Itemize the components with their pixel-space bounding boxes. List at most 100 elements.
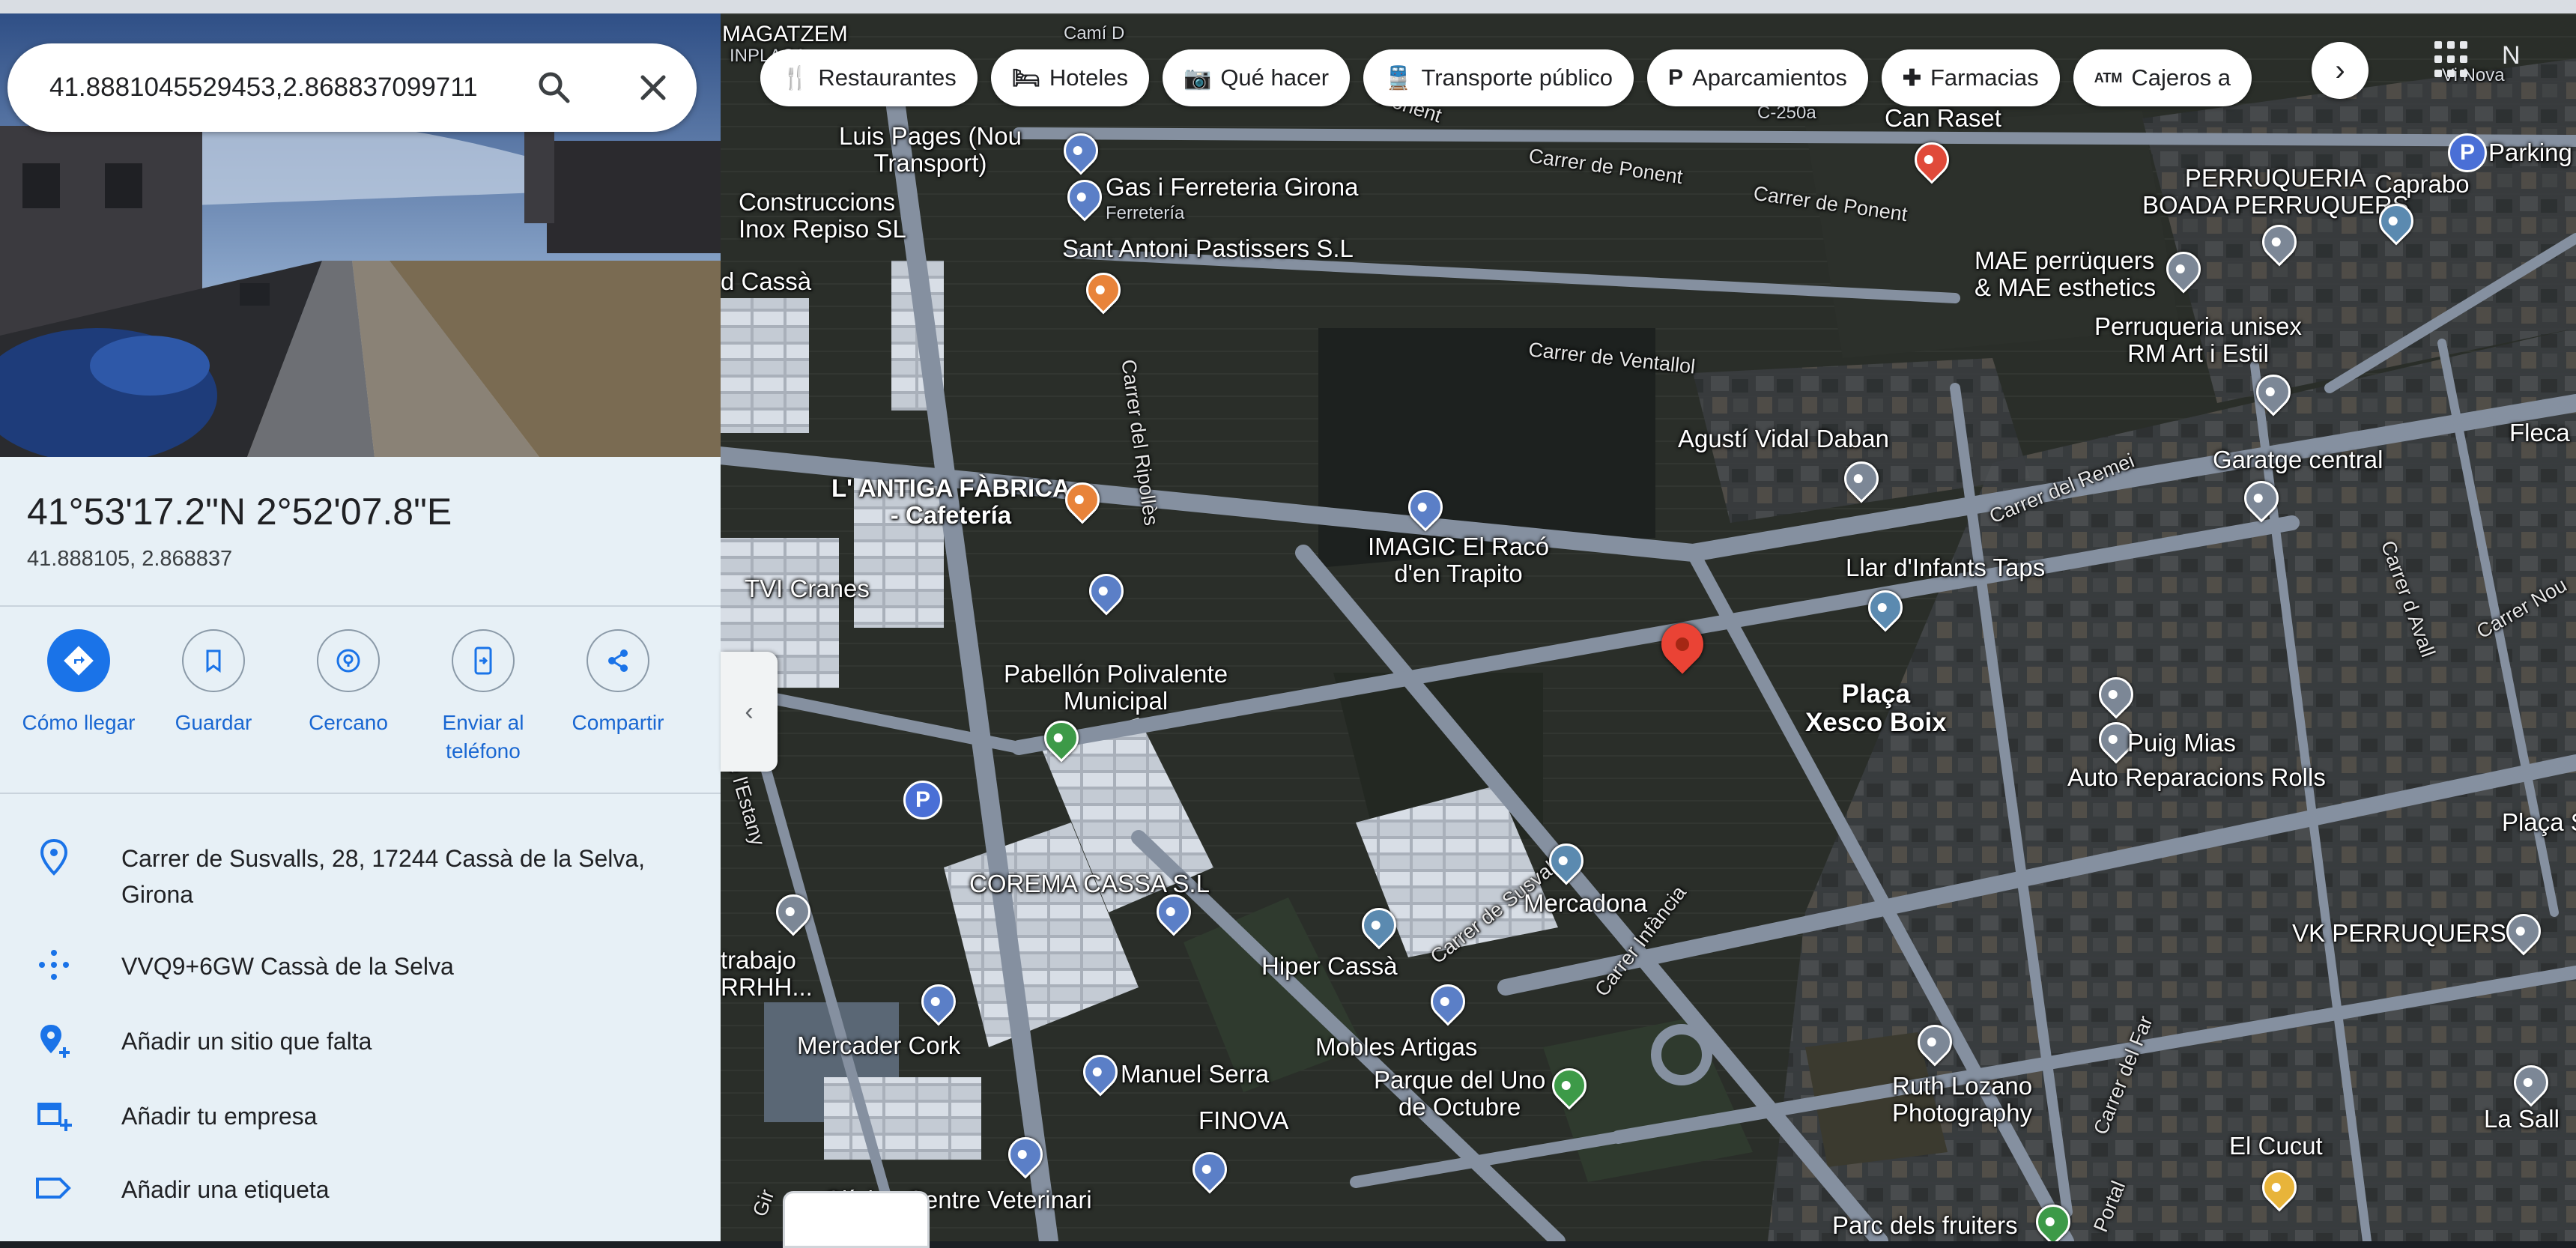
collapse-panel-button[interactable]: ‹ [721,652,778,772]
location-pin-icon [40,838,68,876]
nearby-icon [317,629,380,692]
map-label-mercadona: Mercadona [1524,889,1648,917]
map-label-puig: Puig Mias [2127,729,2236,757]
send-to-phone-icon [452,629,515,692]
map-label-mobles-artigas: Mobles Artigas [1315,1033,1478,1061]
search-input[interactable] [49,43,529,132]
map-label-perruqueria-boada: PERRUQUERIA BOADA PERRUQUERS [2142,164,2409,219]
map-label-perruqueria-unisex: Perruqueria unisex RM Art i Estil [2094,312,2302,367]
camera-icon: 📷 [1183,65,1212,91]
chip-label: Qué hacer [1220,64,1330,91]
map-label-pabellon: Pabellón Polivalente Municipal [1004,660,1228,715]
map-label-imagic: IMAGIC El Racó d'en Trapito [1368,533,1550,587]
directions-icon [47,629,110,692]
add-business-icon [37,1103,72,1131]
map-label-corema: COREMA CASSA S.L [969,870,1210,897]
plus-code-icon [39,950,69,980]
add-missing-place-row[interactable]: Añadir un sitio que falta [0,1014,721,1074]
map-label-tvi-cranes: TVI Cranes [745,575,870,602]
search-box [7,43,697,132]
map-label-finova: FINOVA [1198,1106,1289,1134]
category-chips: 🍴 Restaurantes 🛏 Hoteles 📷 Qué hacer 🚆 T… [760,49,2252,106]
chevron-right-icon: › [2335,53,2345,87]
map-label-llar-infants: Llar d'Infants Taps [1846,554,2046,581]
google-apps-icon[interactable] [2434,41,2472,79]
chip-transporte[interactable]: 🚆 Transporte público [1363,49,1634,106]
map-label-auto-reparacions: Auto Reparacions Rolls [2067,763,2326,791]
map-label-antiga-fabrica: L' ANTIGA FÀBRICA - Cafetería [831,474,1070,529]
search-icon[interactable] [532,65,577,110]
divider [0,793,721,794]
share-icon [587,629,649,692]
nearby-label: Cercano [309,711,388,734]
restaurant-icon: 🍴 [781,65,810,91]
chevron-left-icon: ‹ [745,697,754,726]
map-label-trabajo: trabajo RRHH... [721,946,813,1001]
send-to-phone-label: Enviar al teléfono [442,711,524,763]
map-label-construccions: Construccions Inox Repiso SL [739,188,906,243]
map-label-parc-fruiters: Parc dels fruiters [1832,1211,2018,1239]
chip-aparcamientos[interactable]: P Aparcamientos [1647,49,1868,106]
chip-cajeros[interactable]: ATM Cajeros a [2073,49,2252,106]
add-label-row[interactable]: Añadir una etiqueta [0,1163,721,1223]
share-button[interactable]: Compartir [554,629,682,737]
coordinates-decimal: 41.888105, 2.868837 [27,547,233,571]
share-label: Compartir [572,711,664,734]
directions-button[interactable]: Cómo llegar [15,629,142,737]
label-tag-icon [36,1178,71,1199]
bookmark-icon [182,629,245,692]
chip-label: Aparcamientos [1692,64,1847,91]
chip-que-hacer[interactable]: 📷 Qué hacer [1162,49,1351,106]
divider [0,605,721,607]
hotel-icon: 🛏 [1011,65,1040,91]
map-label-placa-right: Plaça S [2502,808,2576,836]
coordinates-dms: 41°53'17.2"N 2°52'07.8"E [27,491,452,533]
save-button[interactable]: Guardar [150,629,277,737]
add-missing-place-text: Añadir un sitio que falta [121,1028,372,1055]
add-business-text: Añadir tu empresa [121,1103,318,1130]
map-label-mercader-cork: Mercader Cork [797,1032,961,1059]
map-label-sant-antoni: Sant Antoni Pastissers S.L [1062,234,1354,262]
address-row[interactable]: Carrer de Susvalls, 28, 17244 Cassà de l… [0,832,721,921]
map-label-luis-pages: Luis Pages (Nou Transport) [839,122,1022,177]
map-label-la-sall: La Sall [2484,1105,2560,1133]
chips-scroll-right-button[interactable]: › [2312,42,2369,99]
map-label-hiper-cassa: Hiper Cassà [1261,952,1398,980]
chip-farmacias[interactable]: ✚ Farmacias [1881,49,2060,106]
chip-restaurantes[interactable]: 🍴 Restaurantes [760,49,978,106]
plus-code-text: VVQ9+6GW Cassà de la Selva [121,953,454,980]
satellite-map[interactable]: MAGATZEM INPLACA Camí D Luis Pages (Nou T… [719,13,2576,1241]
map-label-vk-perruquers: VK PERRUQUERS [2292,919,2507,947]
map-label-caprabo: Caprabo [2375,170,2470,198]
chip-label: Hoteles [1049,64,1128,91]
map-parking-icon-right[interactable]: P [2448,133,2487,172]
map-label-mae: MAE perrüquers & MAE esthetics [1975,246,2157,301]
add-location-icon [40,1025,70,1058]
map-label-ruth-lozano: Ruth Lozano Photography [1892,1072,2033,1127]
map-parking-icon-left[interactable]: P [903,781,942,820]
close-icon[interactable] [631,65,676,110]
layers-thumbnail-button[interactable] [783,1191,930,1248]
address-text: Carrer de Susvalls, 28, 17244 Cassà de l… [121,845,646,908]
atm-icon: ATM [2094,70,2123,85]
map-label-agusti: Agustí Vidal Daban [1678,425,1889,452]
map-label-manuel-serra: Manuel Serra [1121,1060,1270,1088]
parking-icon: P [1668,65,1684,90]
nearby-button[interactable]: Cercano [285,629,412,737]
map-label-parking: Parking c [2488,139,2576,166]
map-label-el-cucut: El Cucut [2229,1132,2323,1160]
add-business-row[interactable]: Añadir tu empresa [0,1089,721,1149]
map-label-can-raset: Can Raset [1885,104,2001,132]
chip-label: Transporte público [1421,64,1613,91]
chip-hoteles[interactable]: 🛏 Hoteles [990,49,1149,106]
send-to-phone-button[interactable]: Enviar al teléfono [419,629,547,766]
transit-icon: 🚆 [1384,65,1413,91]
plus-code-row[interactable]: VVQ9+6GW Cassà de la Selva [0,939,721,999]
account-avatar[interactable]: N [2502,41,2521,70]
chip-label: Restaurantes [818,64,957,91]
map-label-gas-ferreteria: Gas i Ferreteria Girona [1106,173,1359,201]
map-label-fleca: Fleca [2509,419,2570,446]
chip-label: Farmacias [1930,64,2039,91]
map-label-dcassa: d Cassà [721,267,812,295]
map-label-parque: Parque del Uno de Octubre [1374,1066,1546,1121]
